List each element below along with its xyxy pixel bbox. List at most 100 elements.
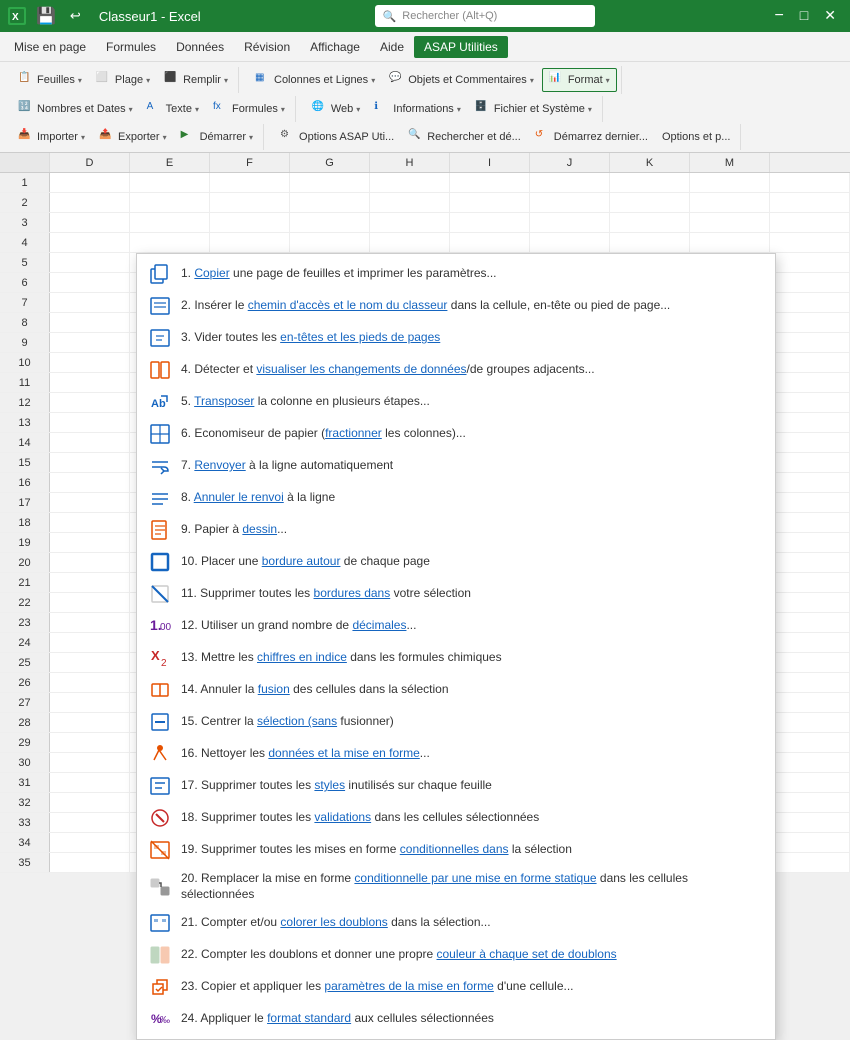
cell[interactable] (50, 853, 130, 872)
cell[interactable] (50, 633, 130, 652)
dropdown-item[interactable]: 2. Insérer le chemin d'accès et le nom d… (137, 290, 775, 322)
cell[interactable] (370, 193, 450, 212)
cell[interactable] (770, 433, 850, 452)
cell[interactable] (690, 193, 770, 212)
cell[interactable] (770, 233, 850, 252)
cell[interactable] (770, 673, 850, 692)
cell[interactable] (50, 513, 130, 532)
dropdown-item[interactable]: 17. Supprimer toutes les styles inutilis… (137, 770, 775, 802)
cell[interactable] (770, 293, 850, 312)
menu-donnees[interactable]: Données (166, 36, 234, 58)
cell[interactable] (770, 353, 850, 372)
table-row[interactable]: 1 (0, 173, 850, 193)
table-row[interactable]: 4 (0, 233, 850, 253)
btn-colonnes[interactable]: ▦ Colonnes et Lignes ▾ (249, 69, 381, 91)
table-row[interactable]: 2 (0, 193, 850, 213)
cell[interactable] (770, 693, 850, 712)
cell[interactable] (50, 833, 130, 852)
cell[interactable] (290, 233, 370, 252)
cell[interactable] (50, 173, 130, 192)
maximize-btn[interactable]: □ (794, 5, 814, 27)
cell[interactable] (450, 213, 530, 232)
dropdown-item[interactable]: 15. Centrer la sélection (sans fusionner… (137, 706, 775, 738)
cell[interactable] (770, 813, 850, 832)
close-btn[interactable]: ✕ (818, 5, 842, 27)
cell[interactable] (50, 193, 130, 212)
btn-objets[interactable]: 💬 Objets et Commentaires ▾ (383, 69, 540, 91)
cell[interactable] (610, 193, 690, 212)
dropdown-item[interactable]: 23. Copier et appliquer les paramètres d… (137, 971, 775, 1003)
cell[interactable] (770, 313, 850, 332)
cell[interactable] (530, 233, 610, 252)
cell[interactable] (770, 853, 850, 872)
cell[interactable] (690, 173, 770, 192)
cell[interactable] (130, 173, 210, 192)
dropdown-item[interactable]: 19. Supprimer toutes les mises en forme … (137, 834, 775, 866)
cell[interactable] (610, 213, 690, 232)
menu-mise-en-page[interactable]: Mise en page (4, 36, 96, 58)
menu-affichage[interactable]: Affichage (300, 36, 370, 58)
cell[interactable] (770, 413, 850, 432)
dropdown-item[interactable]: 3. Vider toutes les en-têtes et les pied… (137, 322, 775, 354)
cell[interactable] (50, 753, 130, 772)
cell[interactable] (130, 233, 210, 252)
cell[interactable] (210, 193, 290, 212)
cell[interactable] (50, 673, 130, 692)
dropdown-item[interactable]: 10. Placer une bordure autour de chaque … (137, 546, 775, 578)
cell[interactable] (50, 793, 130, 812)
cell[interactable] (50, 233, 130, 252)
dropdown-item[interactable]: 7. Renvoyer à la ligne automatiquement (137, 450, 775, 482)
cell[interactable] (50, 273, 130, 292)
menu-revision[interactable]: Révision (234, 36, 300, 58)
btn-rechercher[interactable]: 🔍 Rechercher et dé... (402, 126, 527, 148)
table-row[interactable]: 3 (0, 213, 850, 233)
cell[interactable] (50, 733, 130, 752)
cell[interactable] (210, 213, 290, 232)
dropdown-item[interactable]: 11. Supprimer toutes les bordures dans v… (137, 578, 775, 610)
dropdown-item[interactable]: 22. Compter les doublons et donner une p… (137, 939, 775, 971)
menu-formules[interactable]: Formules (96, 36, 166, 58)
save-btn[interactable]: 💾 (32, 4, 60, 28)
cell[interactable] (770, 793, 850, 812)
cell[interactable] (770, 213, 850, 232)
menu-asap[interactable]: ASAP Utilities (414, 36, 508, 58)
cell[interactable] (50, 253, 130, 272)
cell[interactable] (50, 813, 130, 832)
dropdown-item[interactable]: 8. Annuler le renvoi à la ligne (137, 482, 775, 514)
cell[interactable] (770, 753, 850, 772)
cell[interactable] (530, 213, 610, 232)
cell[interactable] (770, 573, 850, 592)
btn-fichier[interactable]: 🗄️ Fichier et Système ▾ (469, 98, 598, 120)
cell[interactable] (770, 513, 850, 532)
cell[interactable] (50, 533, 130, 552)
cell[interactable] (290, 193, 370, 212)
btn-formules-ribbon[interactable]: fx Formules ▾ (207, 98, 291, 120)
dropdown-item[interactable]: 16. Nettoyer les données et la mise en f… (137, 738, 775, 770)
cell[interactable] (770, 393, 850, 412)
cell[interactable] (770, 713, 850, 732)
cell[interactable] (50, 313, 130, 332)
cell[interactable] (770, 173, 850, 192)
cell[interactable] (770, 773, 850, 792)
cell[interactable] (770, 653, 850, 672)
cell[interactable] (530, 193, 610, 212)
cell[interactable] (610, 173, 690, 192)
cell[interactable] (370, 173, 450, 192)
cell[interactable] (50, 713, 130, 732)
cell[interactable] (210, 233, 290, 252)
cell[interactable] (50, 333, 130, 352)
btn-nombres[interactable]: 🔢 Nombres et Dates ▾ (12, 98, 139, 120)
cell[interactable] (530, 173, 610, 192)
cell[interactable] (290, 213, 370, 232)
cell[interactable] (770, 593, 850, 612)
cell[interactable] (130, 213, 210, 232)
cell[interactable] (130, 193, 210, 212)
cell[interactable] (450, 233, 530, 252)
cell[interactable] (50, 373, 130, 392)
cell[interactable] (770, 453, 850, 472)
btn-options-asap[interactable]: ⚙ Options ASAP Uti... (274, 126, 400, 148)
cell[interactable] (690, 213, 770, 232)
cell[interactable] (50, 573, 130, 592)
cell[interactable] (50, 293, 130, 312)
cell[interactable] (770, 633, 850, 652)
